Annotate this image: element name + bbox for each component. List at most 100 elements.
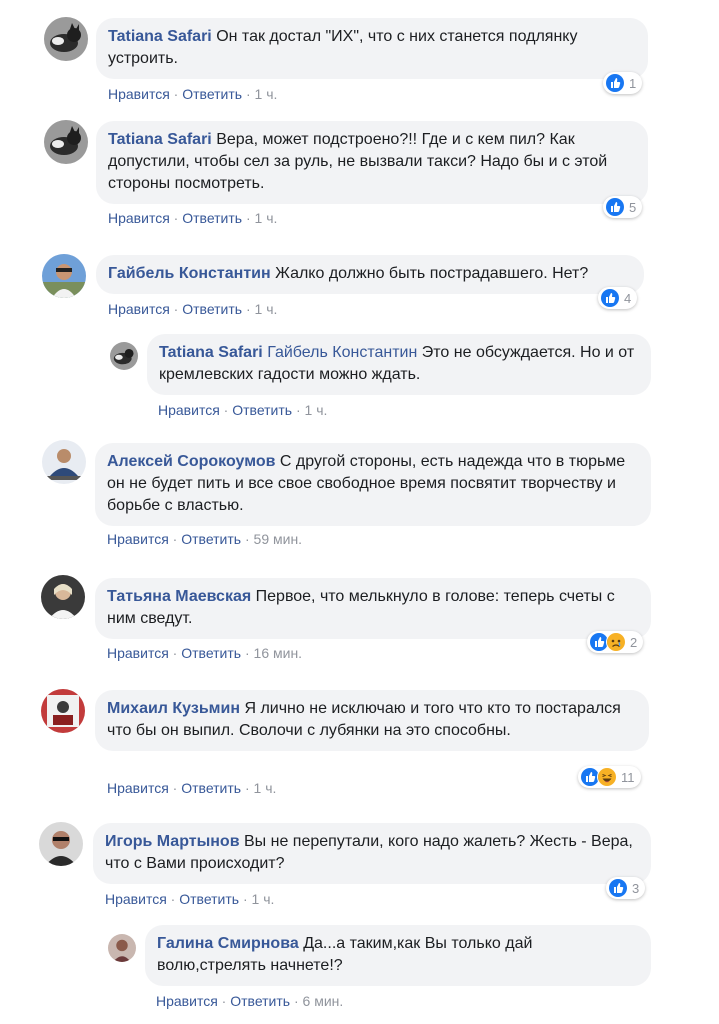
separator: · — [223, 402, 229, 418]
separator: · — [242, 891, 248, 907]
avatar[interactable] — [41, 689, 85, 733]
like-icon — [605, 197, 625, 217]
separator: · — [173, 86, 179, 102]
reply-link[interactable]: Ответить — [232, 402, 292, 418]
separator: · — [245, 301, 251, 317]
like-link[interactable]: Нравится — [108, 210, 170, 226]
like-link[interactable]: Нравится — [108, 301, 170, 317]
comment-author[interactable]: Игорь Мартынов — [105, 833, 240, 850]
reply-link[interactable]: Ответить — [182, 210, 242, 226]
comment-author[interactable]: Гайбель Константин — [108, 265, 271, 282]
reaction-summary[interactable]: 3 — [606, 877, 646, 899]
avatar[interactable] — [44, 120, 88, 164]
comment-time[interactable]: 1 ч. — [305, 402, 328, 418]
avatar[interactable] — [42, 254, 86, 298]
reaction-count: 2 — [630, 634, 638, 650]
haha-icon — [597, 767, 617, 787]
reply-link[interactable]: Ответить — [182, 86, 242, 102]
like-link[interactable]: Нравится — [107, 645, 169, 661]
like-link[interactable]: Нравится — [105, 891, 167, 907]
sad-icon — [606, 632, 626, 652]
like-link[interactable]: Нравится — [107, 780, 169, 796]
separator: · — [245, 210, 251, 226]
reply-link[interactable]: Ответить — [181, 780, 241, 796]
separator: · — [221, 993, 227, 1009]
avatar[interactable] — [110, 342, 138, 370]
comment-author[interactable]: Михаил Кузьмин — [107, 700, 240, 717]
separator: · — [173, 210, 179, 226]
comment-bubble: Алексей Сорокоумов С другой стороны, ест… — [95, 443, 651, 526]
separator: · — [244, 531, 250, 547]
like-icon — [600, 288, 620, 308]
comment-bubble: Игорь Мартынов Вы не перепутали, кого на… — [93, 823, 651, 884]
comment-time[interactable]: 6 мин. — [303, 993, 344, 1009]
comment-bubble: Михаил Кузьмин Я лично не исключаю и тог… — [95, 690, 649, 751]
comment-bubble: Tatiana Safari Он так достал "ИХ", что с… — [96, 18, 648, 79]
reaction-count: 1 — [629, 75, 637, 91]
comment-bubble: Гайбель Константин Жалко должно быть пос… — [96, 255, 644, 294]
comment-author[interactable]: Tatiana Safari — [159, 344, 263, 361]
separator: · — [244, 645, 250, 661]
comment-actions: Нравится · Ответить · 16 мин. — [107, 645, 302, 661]
mention-link[interactable]: Гайбель Константин — [267, 344, 417, 361]
reaction-summary[interactable]: 11 — [578, 766, 641, 788]
comment-bubble: Tatiana Safari Вера, может подстроено?!!… — [96, 121, 648, 204]
separator: · — [172, 531, 178, 547]
separator: · — [170, 891, 176, 907]
separator: · — [245, 86, 251, 102]
comment-actions: Нравится · Ответить · 1 ч. — [107, 780, 276, 796]
reply-link[interactable]: Ответить — [179, 891, 239, 907]
reaction-count: 5 — [629, 199, 637, 215]
comment-author[interactable]: Tatiana Safari — [108, 131, 212, 148]
comment-time[interactable]: 1 ч. — [255, 86, 278, 102]
separator: · — [293, 993, 299, 1009]
comment-time[interactable]: 1 ч. — [252, 891, 275, 907]
comment-time[interactable]: 1 ч. — [255, 210, 278, 226]
reply-link[interactable]: Ответить — [181, 645, 241, 661]
comment-time[interactable]: 1 ч. — [254, 780, 277, 796]
avatar[interactable] — [41, 575, 85, 619]
reaction-summary[interactable]: 4 — [598, 287, 638, 309]
like-link[interactable]: Нравится — [108, 86, 170, 102]
reaction-summary[interactable]: 1 — [603, 72, 643, 94]
comment-actions: Нравится · Ответить · 1 ч. — [158, 402, 327, 418]
comment-bubble: Татьяна Маевская Первое, что мелькнуло в… — [95, 578, 651, 639]
like-link[interactable]: Нравится — [156, 993, 218, 1009]
separator: · — [295, 402, 301, 418]
comment-actions: Нравится · Ответить · 6 мин. — [156, 993, 343, 1009]
comment-author[interactable]: Tatiana Safari — [108, 28, 212, 45]
comment-actions: Нравится · Ответить · 1 ч. — [108, 86, 277, 102]
like-link[interactable]: Нравится — [107, 531, 169, 547]
avatar[interactable] — [108, 934, 136, 962]
comment-time[interactable]: 16 мин. — [254, 645, 303, 661]
separator: · — [173, 301, 179, 317]
avatar[interactable] — [39, 822, 83, 866]
comment-actions: Нравится · Ответить · 1 ч. — [108, 301, 277, 317]
reply-link[interactable]: Ответить — [182, 301, 242, 317]
like-link[interactable]: Нравится — [158, 402, 220, 418]
comment-time[interactable]: 59 мин. — [254, 531, 303, 547]
separator: · — [172, 780, 178, 796]
avatar[interactable] — [42, 440, 86, 484]
comment-author[interactable]: Галина Смирнова — [157, 935, 299, 952]
reaction-count: 3 — [632, 880, 640, 896]
reaction-count: 11 — [621, 769, 635, 785]
comment-actions: Нравится · Ответить · 59 мин. — [107, 531, 302, 547]
comment-text: Жалко должно быть пострадавшего. Нет? — [275, 265, 589, 282]
separator: · — [172, 645, 178, 661]
avatar[interactable] — [44, 17, 88, 61]
like-icon — [608, 878, 628, 898]
separator: · — [244, 780, 250, 796]
comment-actions: Нравится · Ответить · 1 ч. — [105, 891, 274, 907]
comment-actions: Нравится · Ответить · 1 ч. — [108, 210, 277, 226]
reply-link[interactable]: Ответить — [181, 531, 241, 547]
reply-link[interactable]: Ответить — [230, 993, 290, 1009]
reaction-summary[interactable]: 5 — [603, 196, 643, 218]
reaction-summary[interactable]: 2 — [587, 631, 644, 653]
comment-author[interactable]: Алексей Сорокоумов — [107, 453, 275, 470]
comment-time[interactable]: 1 ч. — [255, 301, 278, 317]
comment-bubble: Галина Смирнова Да...а таким,как Вы толь… — [145, 925, 651, 986]
comment-author[interactable]: Татьяна Маевская — [107, 588, 251, 605]
reaction-count: 4 — [624, 290, 632, 306]
like-icon — [605, 73, 625, 93]
